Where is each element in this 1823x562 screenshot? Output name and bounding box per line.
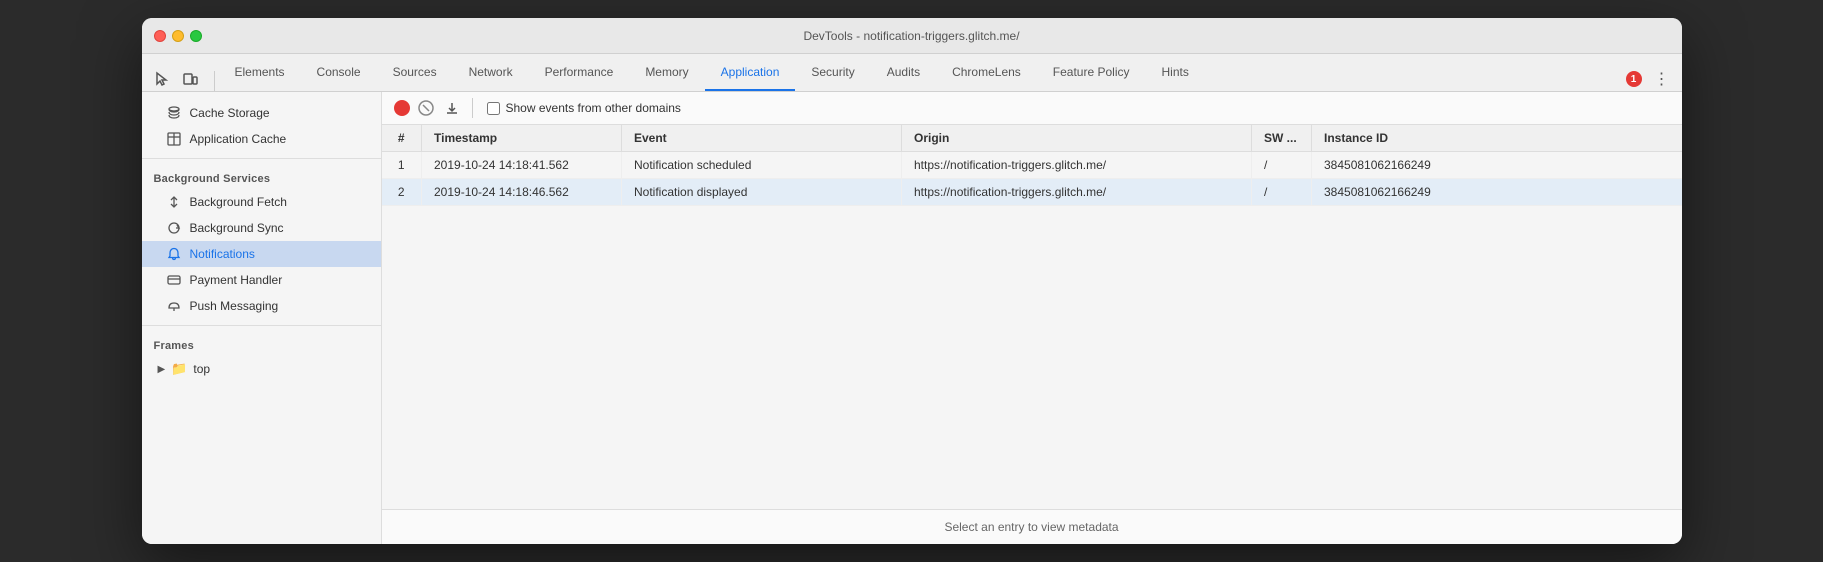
sidebar-item-payment-handler[interactable]: Payment Handler	[142, 267, 381, 293]
col-header-instance-id[interactable]: Instance ID	[1312, 125, 1682, 152]
cell-timestamp: 2019-10-24 14:18:41.562	[422, 152, 622, 179]
checkbox-area: Show events from other domains	[487, 101, 681, 115]
sidebar-item-application-cache[interactable]: Application Cache	[142, 126, 381, 152]
maximize-button[interactable]	[190, 30, 202, 42]
tab-sources[interactable]: Sources	[377, 55, 453, 91]
stop-button[interactable]	[416, 98, 436, 118]
separator-1	[214, 71, 215, 91]
frames-arrow-icon: ▶	[158, 364, 166, 375]
traffic-lights	[154, 30, 202, 42]
cell-instance-id: 3845081062166249	[1312, 179, 1682, 206]
tab-network[interactable]: Network	[453, 55, 529, 91]
sidebar-item-background-fetch[interactable]: Background Fetch	[142, 189, 381, 215]
notifications-icon	[166, 246, 182, 262]
nav-tabs: Elements Console Sources Network Perform…	[142, 54, 1682, 92]
sidebar-item-background-sync[interactable]: Background Sync	[142, 215, 381, 241]
background-services-title: Background Services	[142, 165, 381, 189]
cell-event: Notification scheduled	[622, 152, 902, 179]
cell-event: Notification displayed	[622, 179, 902, 206]
panel-toolbar: Show events from other domains	[382, 92, 1682, 125]
main-content: Cache Storage Application Cache Backgrou…	[142, 92, 1682, 544]
folder-icon: 📁	[171, 361, 187, 377]
title-bar: DevTools - notification-triggers.glitch.…	[142, 18, 1682, 54]
tab-security[interactable]: Security	[795, 55, 870, 91]
close-button[interactable]	[154, 30, 166, 42]
col-header-origin[interactable]: Origin	[902, 125, 1252, 152]
cursor-tool-button[interactable]	[150, 67, 174, 91]
sidebar-item-application-cache-label: Application Cache	[190, 132, 287, 146]
divider-2	[142, 325, 381, 326]
minimize-button[interactable]	[172, 30, 184, 42]
payment-handler-icon	[166, 272, 182, 288]
more-icon: ⋮	[1654, 69, 1670, 89]
sidebar-item-notifications[interactable]: Notifications	[142, 241, 381, 267]
background-fetch-icon	[166, 194, 182, 210]
cell-origin: https://notification-triggers.glitch.me/	[902, 179, 1252, 206]
panel-area: Show events from other domains # Timesta…	[382, 92, 1682, 544]
more-options-button[interactable]: ⋮	[1650, 67, 1674, 91]
bottom-bar-text: Select an entry to view metadata	[944, 520, 1118, 534]
background-sync-icon	[166, 220, 182, 236]
tab-performance[interactable]: Performance	[529, 55, 630, 91]
sidebar-item-push-messaging-label: Push Messaging	[190, 299, 279, 313]
cell-num: 1	[382, 152, 422, 179]
tab-audits[interactable]: Audits	[871, 55, 936, 91]
sidebar-item-background-sync-label: Background Sync	[190, 221, 284, 235]
devtools-window: DevTools - notification-triggers.glitch.…	[142, 18, 1682, 544]
tab-memory[interactable]: Memory	[629, 55, 704, 91]
cell-instance-id: 3845081062166249	[1312, 152, 1682, 179]
tab-elements[interactable]: Elements	[219, 55, 301, 91]
frames-title: Frames	[142, 332, 381, 356]
sidebar-item-background-fetch-label: Background Fetch	[190, 195, 287, 209]
sidebar-item-payment-handler-label: Payment Handler	[190, 273, 283, 287]
error-badge[interactable]: 1	[1626, 71, 1642, 87]
col-header-timestamp[interactable]: Timestamp	[422, 125, 622, 152]
sidebar: Cache Storage Application Cache Backgrou…	[142, 92, 382, 544]
record-button[interactable]	[394, 100, 410, 116]
tab-application[interactable]: Application	[705, 55, 796, 91]
tab-hints[interactable]: Hints	[1146, 55, 1205, 91]
table-row[interactable]: 1 2019-10-24 14:18:41.562 Notification s…	[382, 152, 1682, 179]
push-messaging-icon	[166, 298, 182, 314]
cache-storage-icon	[166, 105, 182, 121]
cell-timestamp: 2019-10-24 14:18:46.562	[422, 179, 622, 206]
show-events-checkbox[interactable]	[487, 102, 500, 115]
cell-sw: /	[1252, 152, 1312, 179]
sidebar-item-push-messaging[interactable]: Push Messaging	[142, 293, 381, 319]
cell-sw: /	[1252, 179, 1312, 206]
table-row[interactable]: 2 2019-10-24 14:18:46.562 Notification d…	[382, 179, 1682, 206]
divider-1	[142, 158, 381, 159]
tab-console[interactable]: Console	[301, 55, 377, 91]
error-count: 1	[1626, 71, 1642, 87]
col-header-sw[interactable]: SW ...	[1252, 125, 1312, 152]
col-header-num: #	[382, 125, 422, 152]
table-body: 1 2019-10-24 14:18:41.562 Notification s…	[382, 152, 1682, 206]
table-container[interactable]: # Timestamp Event Origin SW ... Instance…	[382, 125, 1682, 509]
col-header-event[interactable]: Event	[622, 125, 902, 152]
tab-chromelens[interactable]: ChromeLens	[936, 55, 1037, 91]
tab-feature-policy[interactable]: Feature Policy	[1037, 55, 1146, 91]
nav-tab-right: 1 ⋮	[1626, 67, 1674, 91]
sidebar-item-cache-storage[interactable]: Cache Storage	[142, 100, 381, 126]
bottom-bar: Select an entry to view metadata	[382, 509, 1682, 544]
devtools-container: Elements Console Sources Network Perform…	[142, 54, 1682, 544]
table-header-row: # Timestamp Event Origin SW ... Instance…	[382, 125, 1682, 152]
separator-2	[472, 98, 473, 118]
sidebar-item-cache-storage-label: Cache Storage	[190, 106, 270, 120]
window-title: DevTools - notification-triggers.glitch.…	[154, 29, 1670, 43]
device-toggle-button[interactable]	[178, 67, 202, 91]
download-button[interactable]	[442, 98, 462, 118]
sidebar-item-frames-top[interactable]: ▶ 📁 top	[142, 356, 381, 382]
application-cache-icon	[166, 131, 182, 147]
cell-origin: https://notification-triggers.glitch.me/	[902, 152, 1252, 179]
sidebar-item-notifications-label: Notifications	[190, 247, 255, 261]
notifications-table: # Timestamp Event Origin SW ... Instance…	[382, 125, 1682, 206]
show-events-label[interactable]: Show events from other domains	[506, 101, 681, 115]
cell-num: 2	[382, 179, 422, 206]
frames-top-label: top	[193, 362, 210, 376]
